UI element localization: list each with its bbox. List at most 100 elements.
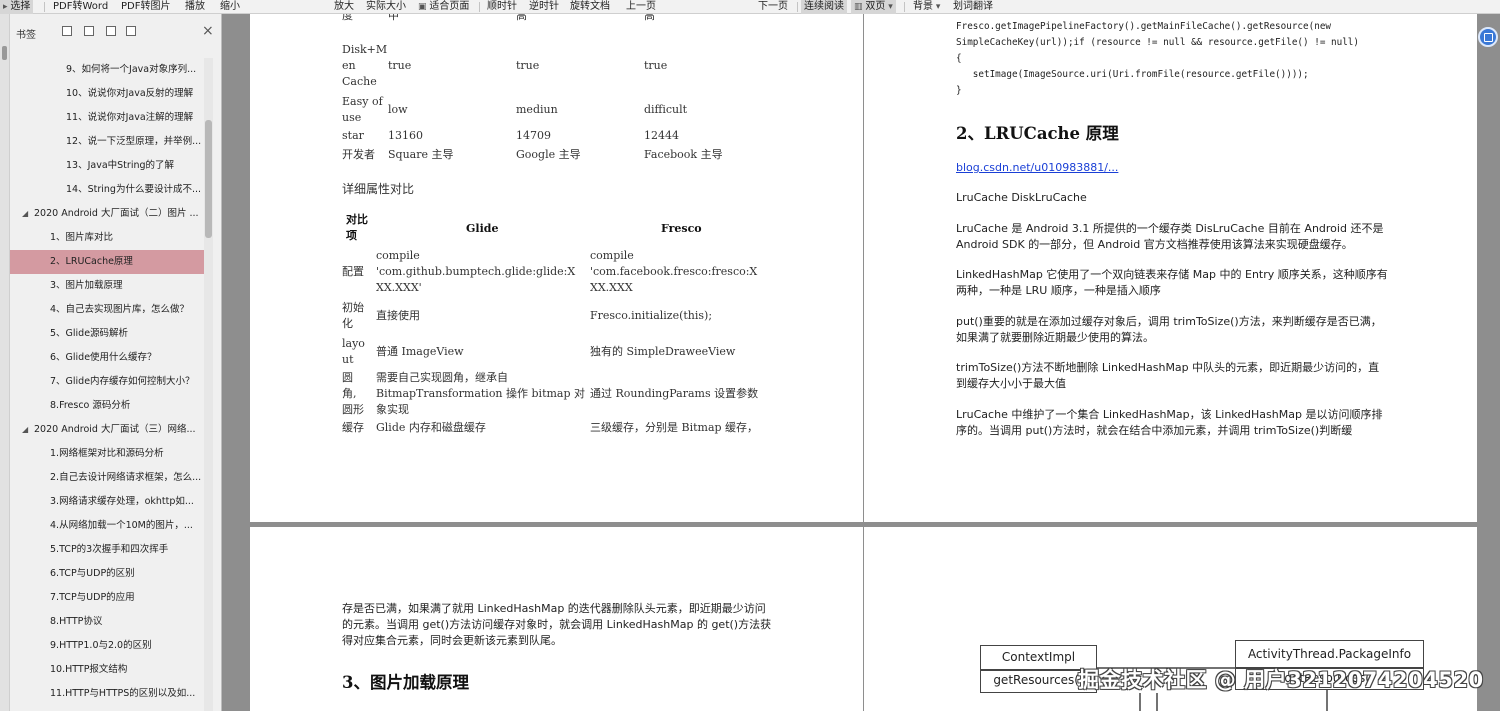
document-view[interactable]: 度中高高 Disk+M en Cache true true true Easy of u… bbox=[223, 14, 1500, 711]
panel-tab-strip bbox=[0, 14, 10, 711]
section-heading-lrucache: 2、LRUCache 原理 bbox=[956, 124, 1119, 143]
bookmark-label: 1、图片库对比 bbox=[50, 232, 114, 243]
table-cell: 12444 bbox=[644, 129, 679, 142]
add-bookmark-icon[interactable] bbox=[106, 26, 116, 36]
pdf-to-word-button[interactable]: PDF转Word bbox=[53, 0, 108, 14]
bookmark-panel-header: 书签 × bbox=[10, 23, 216, 42]
scrollbar-thumb[interactable] bbox=[205, 120, 212, 238]
select-label: 选择 bbox=[10, 1, 31, 12]
bookmark-scrollbar[interactable] bbox=[204, 58, 213, 711]
collapse-toggle-icon[interactable]: ◢ bbox=[22, 202, 28, 226]
bookmark-item[interactable]: 4、自己去实现图片库，怎么做？ bbox=[10, 298, 206, 322]
bookmark-item[interactable]: 1.网络框架对比和源码分析 bbox=[10, 442, 206, 466]
bookmark-item[interactable]: 11.HTTP与HTTPS的区别以及如... bbox=[10, 682, 206, 706]
collapse-toggle-icon[interactable]: ◢ bbox=[22, 418, 28, 442]
bookmark-item[interactable]: 12、说一下泛型原理，并举例... bbox=[10, 130, 206, 154]
bookmark-label: 3、图片加载原理 bbox=[50, 280, 123, 291]
bookmark-item[interactable]: 11、说说你对Java注解的理解 bbox=[10, 106, 206, 130]
watermark: 掘金技术社区 @ 用户3212074204520 bbox=[1078, 668, 1484, 692]
bookmark-label: 2.自己去设计网络请求框架，怎么... bbox=[50, 472, 202, 483]
two-page-icon: ▥ bbox=[854, 2, 866, 12]
bookmark-item[interactable]: 5.TCP的3次握手和四次挥手 bbox=[10, 538, 206, 562]
bookmark-item[interactable]: 7.TCP与UDP的应用 bbox=[10, 586, 206, 610]
section-heading-image-loading: 3、图片加载原理 bbox=[342, 673, 469, 692]
bookmark-item[interactable]: 4.从网络加载一个10M的图片，... bbox=[10, 514, 206, 538]
bookmark-item[interactable]: ◢ 2020 Android 大厂面试（二）图片 ... bbox=[10, 202, 206, 226]
table-cell: 中 bbox=[388, 14, 399, 22]
table-cell: Fresco.initialize(this); bbox=[590, 309, 713, 322]
continuous-read-button[interactable]: 连续阅读 bbox=[801, 0, 847, 14]
tool-icon bbox=[1484, 33, 1493, 42]
bookmark-item[interactable]: 5、Glide源码解析 bbox=[10, 322, 206, 346]
bookmark-label: 2020 Android 大厂面试（二）图片 ... bbox=[34, 208, 199, 219]
table-cell: 缓存 bbox=[342, 421, 364, 434]
bookmark-item[interactable]: 9.HTTP1.0与2.0的区别 bbox=[10, 634, 206, 658]
bookmark-label: 11.HTTP与HTTPS的区别以及如... bbox=[50, 688, 196, 699]
bookmark-options-icon[interactable] bbox=[126, 26, 136, 36]
bookmark-item[interactable]: 14、String为什么要设计成不... bbox=[10, 178, 206, 202]
floating-tool-button[interactable] bbox=[1478, 27, 1498, 47]
reference-link[interactable]: blog.csdn.net/u010983881/... bbox=[956, 160, 1388, 176]
bookmark-label: 8.HTTP协议 bbox=[50, 616, 103, 627]
table-cell: star bbox=[342, 129, 364, 142]
bookmark-label: 4、自己去实现图片库，怎么做？ bbox=[50, 304, 190, 315]
two-page-button[interactable]: ▥ 双页 ▾ bbox=[851, 0, 896, 14]
rotate-ccw-button[interactable]: 逆时针 bbox=[529, 0, 559, 14]
table-cell: 圆 角, 圆形 bbox=[342, 371, 364, 416]
bookmark-item[interactable]: 8.HTTP协议 bbox=[10, 610, 206, 634]
bookmark-item[interactable]: 3、图片加载原理 bbox=[10, 274, 206, 298]
bookmark-item[interactable]: 8.Fresco 源码分析 bbox=[10, 394, 206, 418]
background-label: 背景 bbox=[913, 1, 933, 12]
bookmark-label: 11、说说你对Java注解的理解 bbox=[66, 112, 194, 123]
table-cell: 13160 bbox=[388, 129, 423, 142]
bookmark-label: 6、Glide使用什么缓存？ bbox=[50, 352, 157, 363]
expand-all-icon[interactable] bbox=[62, 26, 72, 36]
zoom-out-button[interactable]: 缩小 bbox=[220, 0, 240, 14]
background-button[interactable]: 背景 ▾ bbox=[913, 0, 940, 14]
close-icon[interactable]: × bbox=[202, 23, 214, 39]
pdf-to-image-button[interactable]: PDF转图片 bbox=[121, 0, 170, 14]
table-cell: 初始 化 bbox=[342, 301, 364, 330]
play-button[interactable]: 播放 bbox=[185, 0, 205, 14]
table-cell: difficult bbox=[644, 103, 688, 116]
fit-page-icon: ▣ bbox=[418, 2, 430, 12]
bookmark-item[interactable]: 10.HTTP报文结构 bbox=[10, 658, 206, 682]
bookmark-item[interactable]: 6、Glide使用什么缓存？ bbox=[10, 346, 206, 370]
paragraph: 存是否已满，如果满了就用 LinkedHashMap 的迭代器删除队头元素，即近… bbox=[342, 602, 772, 647]
rotate-doc-button[interactable]: 旋转文档 bbox=[570, 0, 610, 14]
fit-page-button[interactable]: ▣ 适合页面 bbox=[418, 0, 469, 14]
bookmark-item[interactable]: 10、说说你对Java反射的理解 bbox=[10, 82, 206, 106]
rotate-cw-button[interactable]: 顺时针 bbox=[487, 0, 517, 14]
pdf-reader-window: ▸ 选择 PDF转Word PDF转图片 播放 缩小 放大 实际大小 ▣ 适合页… bbox=[0, 0, 1500, 711]
bookmark-item[interactable]: 9、如何将一个Java对象序列... bbox=[10, 58, 206, 82]
table-cell: Easy of use bbox=[342, 95, 383, 124]
actual-size-button[interactable]: 实际大小 bbox=[366, 0, 406, 14]
panel-tab-handle[interactable] bbox=[2, 46, 7, 60]
bookmark-item[interactable]: 1、图片库对比 bbox=[10, 226, 206, 250]
table-cell: Facebook 主导 bbox=[644, 148, 723, 161]
bookmark-item[interactable]: 2.自己去设计网络请求框架，怎么... bbox=[10, 466, 206, 490]
prev-page-button[interactable]: 上一页 bbox=[626, 0, 656, 14]
bookmark-label: 2020 Android 大厂面试（三）网络... bbox=[34, 424, 196, 435]
translate-button[interactable]: 划词翻译 bbox=[953, 0, 993, 14]
table-cell: compile 'com.facebook.fresco:fresco:X XX… bbox=[590, 249, 758, 294]
chevron-down-icon: ▾ bbox=[933, 2, 941, 12]
bookmark-item[interactable]: 6.TCP与UDP的区别 bbox=[10, 562, 206, 586]
next-page-button[interactable]: 下一页 bbox=[758, 0, 788, 14]
select-tool-button[interactable]: ▸ 选择 bbox=[0, 0, 34, 14]
table-header-cell: 对比 项 bbox=[346, 213, 368, 242]
table-cell: true bbox=[644, 59, 668, 72]
bookmark-item[interactable]: 3.网络请求缓存处理，okhttp如... bbox=[10, 490, 206, 514]
zoom-in-button[interactable]: 放大 bbox=[334, 0, 354, 14]
bookmark-item[interactable]: 2、LRUCache原理 bbox=[10, 250, 206, 274]
toolbar-divider bbox=[904, 2, 905, 12]
bookmark-item[interactable]: ◢ 2020 Android 大厂面试（三）网络... bbox=[10, 418, 206, 442]
table-cell: compile 'com.github.bumptech.glide:glide… bbox=[376, 249, 576, 294]
bookmark-label: 8.Fresco 源码分析 bbox=[50, 400, 131, 411]
bookmark-item[interactable]: 13、Java中String的了解 bbox=[10, 154, 206, 178]
fit-page-label: 适合页面 bbox=[429, 1, 470, 12]
bookmark-item[interactable]: 7、Glide内存缓存如何控制大小？ bbox=[10, 370, 206, 394]
blog-link[interactable]: blog.csdn.net/u010983881/... bbox=[956, 161, 1118, 174]
table-cell: 直接使用 bbox=[376, 309, 420, 322]
collapse-all-icon[interactable] bbox=[84, 26, 94, 36]
